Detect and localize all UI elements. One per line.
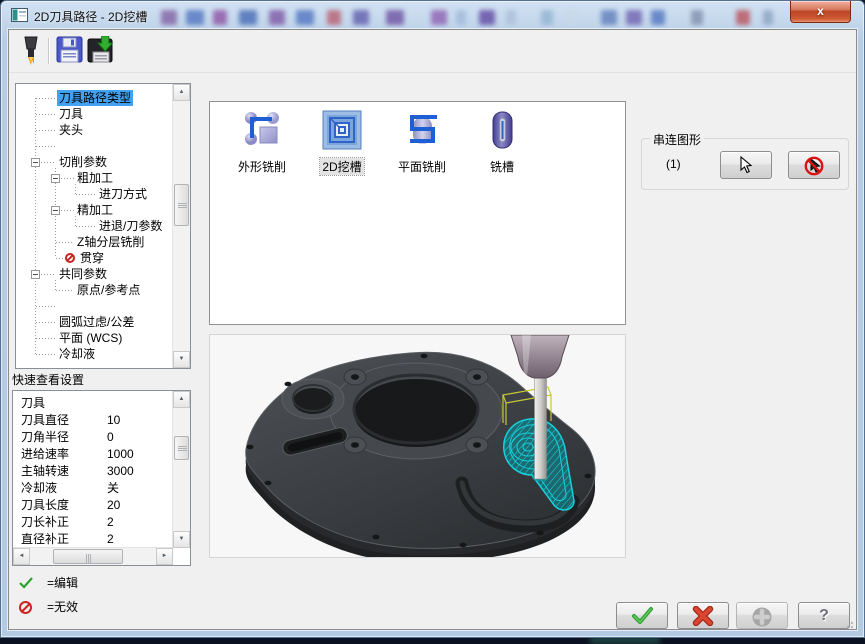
no-entry-icon <box>19 601 32 614</box>
scrollbar-thumb[interactable] <box>53 549 123 564</box>
apply-plus-icon <box>752 607 772 627</box>
qv-row-corner-radius: 刀角半径 0 <box>21 430 114 444</box>
close-icon: x <box>817 4 824 18</box>
tree-scrollbar[interactable]: ▲ ▼ <box>172 84 190 368</box>
tree-item-roughing[interactable]: 粗加工 <box>75 170 115 186</box>
quick-view-panel: 刀具 刀具直径 10 刀角半径 0 进给速率 1000 主轴转速 3000 冷却液关 刀… <box>12 390 191 566</box>
select-chain-button[interactable] <box>720 151 772 179</box>
toolpath-type-slotmill[interactable]: 铣槽 <box>462 110 542 176</box>
ok-check-icon <box>632 607 653 624</box>
chain-count: (1) <box>666 157 681 171</box>
qv-row-tool-diameter: 刀具直径 10 <box>21 413 121 427</box>
toolpath-preview <box>209 334 626 563</box>
quick-view-title: 快速查看设置 <box>12 373 85 387</box>
window-icon <box>11 8 28 22</box>
cancel-x-icon <box>692 606 714 626</box>
window-title: 2D刀具路径 - 2D挖槽 <box>34 10 148 24</box>
toolpath-type-label: 平面铣削 <box>397 160 446 174</box>
collapse-box-common-params[interactable] <box>31 270 40 279</box>
dialog-content: 刀具路径类型 刀具 夹头 切削参数 粗加工 进刀方式 精加工 进退/刀参数 Z轴… <box>8 29 857 630</box>
cancel-button[interactable] <box>677 602 729 629</box>
tree-item-depth-cuts[interactable]: Z轴分层铣削 <box>75 234 146 250</box>
toolpath-type-label: 铣槽 <box>489 160 514 174</box>
apply-button-disabled[interactable] <box>736 602 788 629</box>
scrollbar-thumb[interactable] <box>174 436 189 460</box>
toolpath-type-pocket[interactable]: 2D挖槽 <box>302 110 382 176</box>
scrollbar-thumb[interactable] <box>174 184 189 226</box>
scroll-right-icon[interactable]: ► <box>156 548 173 565</box>
endmill-tool-icon[interactable] <box>19 36 47 66</box>
toolpath-type-label: 2D挖槽 <box>319 157 365 176</box>
toolbar-separator <box>48 38 49 64</box>
tree-item-origin-ref-points[interactable]: 原点/参考点 <box>75 282 142 298</box>
screen: 2D刀具路径 - 2D挖槽 x 刀具路径类型 刀具 夹头 切削参数 粗加工 进刀… <box>0 0 865 644</box>
tree-item-planes-wcs[interactable]: 平面 (WCS) <box>57 330 124 346</box>
tree-item-coolant[interactable]: 冷却液 <box>57 346 97 362</box>
part-3d-render <box>245 334 596 563</box>
collapse-box-roughing[interactable] <box>51 174 60 183</box>
scroll-up-icon[interactable]: ▲ <box>173 84 190 101</box>
collapse-box-finishing[interactable] <box>51 206 60 215</box>
tree-item-cut-params[interactable]: 切削参数 <box>57 154 109 170</box>
tree-item-tool[interactable]: 刀具 <box>57 106 85 122</box>
help-question-icon: ? <box>819 607 829 624</box>
contour-mill-icon <box>242 110 282 150</box>
qv-row-tool-length: 刀具长度 20 <box>21 498 121 512</box>
tree-item-break-through[interactable]: 贯穿 <box>78 250 106 266</box>
qv-row-feed-rate: 进给速率 1000 <box>21 447 134 461</box>
save-export-icon[interactable] <box>87 35 115 66</box>
toolpath-type-label: 外形铣削 <box>237 160 286 174</box>
tree-item-holder[interactable]: 夹头 <box>57 122 85 138</box>
qv-row-length-offset: 刀长补正 2 <box>21 515 114 529</box>
scroll-down-icon[interactable]: ▼ <box>173 531 190 548</box>
invalid-icon <box>65 253 75 263</box>
tree-item-entry-method[interactable]: 进刀方式 <box>97 186 149 202</box>
save-icon[interactable] <box>56 36 84 66</box>
check-icon <box>19 577 33 589</box>
qv-row-spindle-speed: 主轴转速 3000 <box>21 464 134 478</box>
resize-grip[interactable] <box>843 618 854 629</box>
close-button[interactable]: x <box>790 1 851 23</box>
tree-item-common-params[interactable]: 共同参数 <box>57 266 109 282</box>
ok-button[interactable] <box>616 602 668 629</box>
qv-row-diameter-offset: 直径补正 2 <box>21 532 114 546</box>
quick-view-vscrollbar[interactable]: ▲ ▼ <box>172 391 190 548</box>
pocket-2d-icon <box>322 110 362 150</box>
deselect-chain-button[interactable] <box>788 151 840 179</box>
tree-item-lead-in-out[interactable]: 进退/刀参数 <box>97 218 164 234</box>
select-cursor-icon <box>740 156 753 174</box>
collapse-box-cut-params[interactable] <box>31 158 40 167</box>
slot-mill-icon <box>482 110 522 150</box>
toolpath-tree-panel: 刀具路径类型 刀具 夹头 切削参数 粗加工 进刀方式 精加工 进退/刀参数 Z轴… <box>15 83 191 369</box>
toolpath-type-facemill[interactable]: 平面铣削 <box>382 110 462 176</box>
dialog-toolbar <box>9 30 856 73</box>
tree-item-finishing[interactable]: 精加工 <box>75 202 115 218</box>
dialog-2d-toolpath: 2D刀具路径 - 2D挖槽 x 刀具路径类型 刀具 夹头 切削参数 粗加工 进刀… <box>0 0 865 638</box>
titlebar: 2D刀具路径 - 2D挖槽 x <box>1 1 864 29</box>
scroll-up-icon[interactable]: ▲ <box>173 391 190 408</box>
qv-row-tool: 刀具 <box>21 396 46 410</box>
scroll-left-icon[interactable]: ◄ <box>13 548 30 565</box>
tree-item-arc-filter-tolerance[interactable]: 圆弧过虑/公差 <box>57 314 136 330</box>
deselect-cursor-icon <box>804 156 824 176</box>
scroll-down-icon[interactable]: ▼ <box>173 351 190 368</box>
chain-geometry-title: 串连图形 <box>650 131 705 148</box>
quick-view-hscrollbar[interactable]: ◄ ► <box>13 547 173 565</box>
toolpath-type-contour[interactable]: 外形铣削 <box>222 110 302 176</box>
tree-item-toolpath-type[interactable]: 刀具路径类型 <box>57 90 134 106</box>
qv-row-coolant: 冷却液关 <box>21 481 120 495</box>
toolpath-type-panel: 外形铣削 2D挖槽 平面铣削 铣槽 <box>209 101 626 325</box>
face-mill-icon <box>402 110 442 150</box>
chain-geometry-group: 串连图形 (1) <box>641 131 849 190</box>
